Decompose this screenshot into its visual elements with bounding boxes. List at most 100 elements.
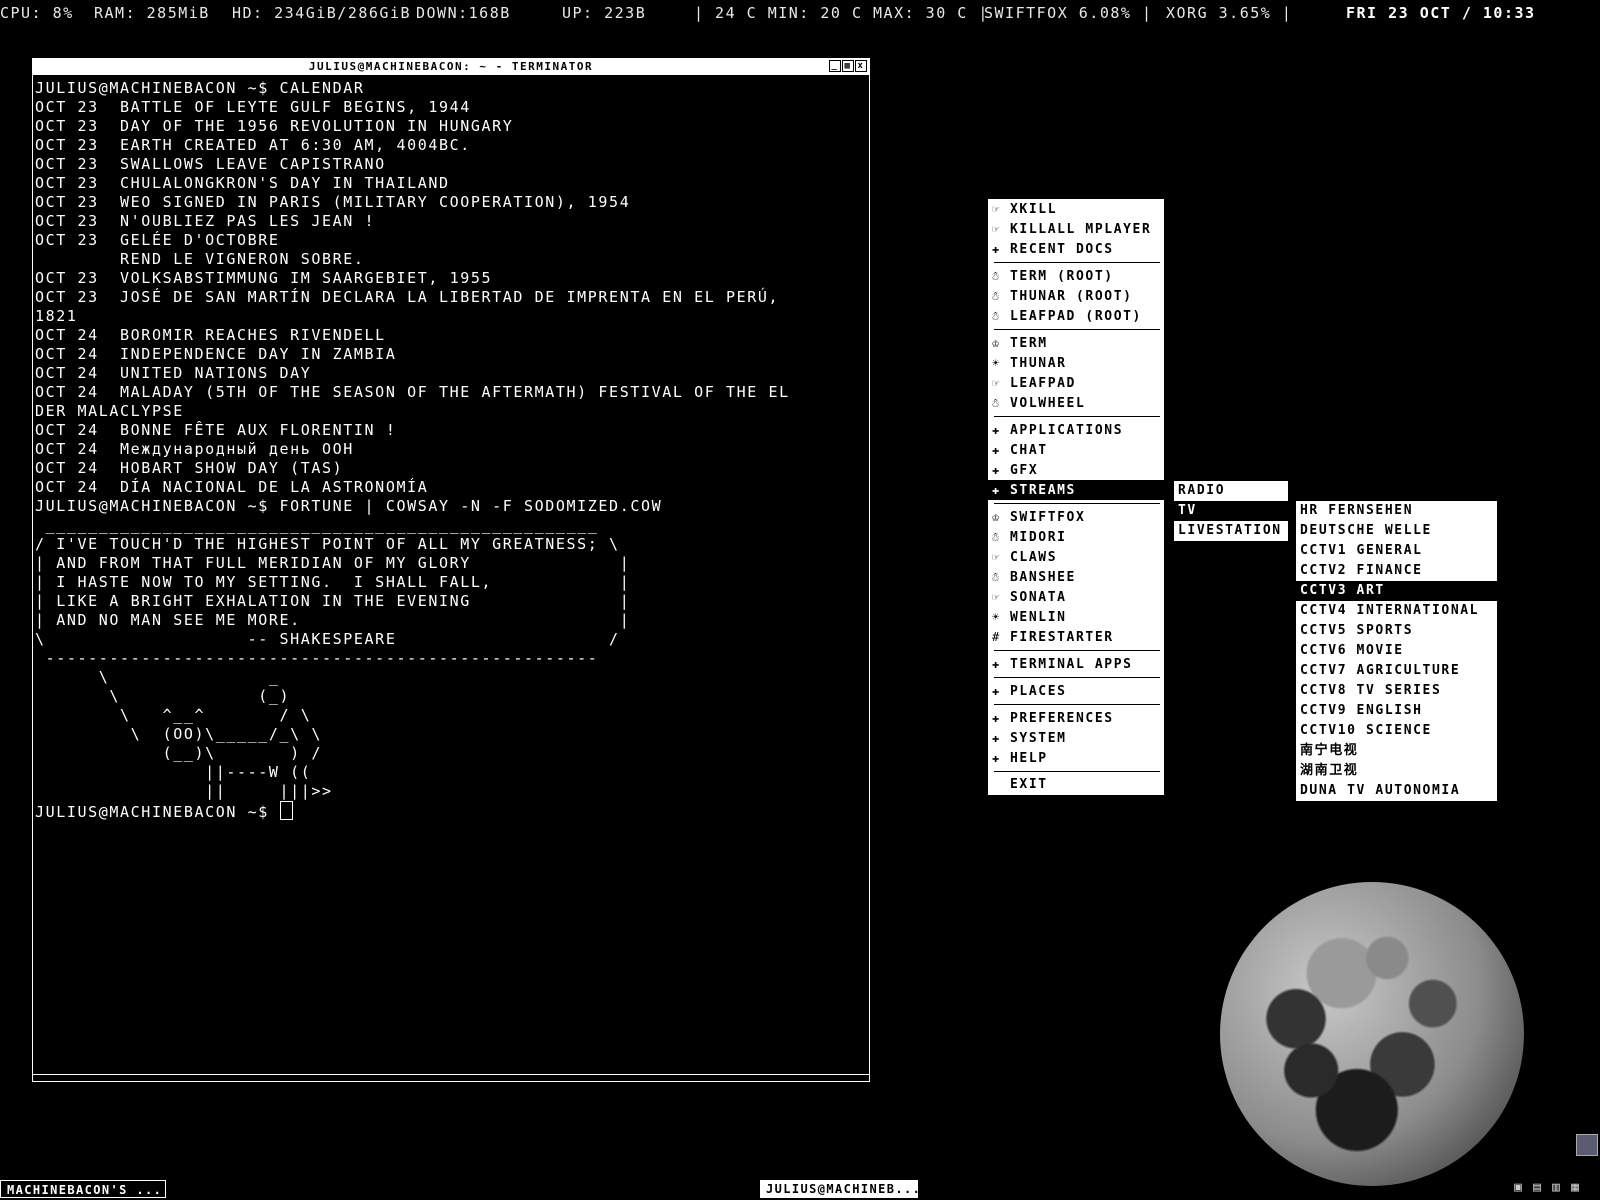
menu-item-label: RADIO: [1178, 483, 1226, 498]
tray-icon-3[interactable]: ▥: [1548, 1180, 1564, 1196]
menu-killall-mplayer[interactable]: ☞ KILLALL MPLAYER: [988, 219, 1164, 239]
tray-applet-icon[interactable]: [1576, 1134, 1598, 1156]
terminal-line: OCT 23 VOLKSABSTIMMUNG IM SAARGEBIET, 19…: [35, 269, 493, 287]
tv-cctv8[interactable]: CCTV8 TV SERIES: [1296, 681, 1497, 701]
sun-icon: ☀: [992, 356, 1001, 370]
menu-help[interactable]: ✚ HELP: [988, 748, 1164, 768]
menu-item-label: FIRESTARTER: [1010, 630, 1114, 645]
tv-duna-autonomia[interactable]: DUNA TV AUTONOMIA: [1296, 781, 1497, 801]
menu-separator: [994, 329, 1160, 330]
taskbar-item-machinebacon[interactable]: MACHINEBACON'S ...: [0, 1180, 166, 1198]
tv-cctv4[interactable]: CCTV4 INTERNATIONAL: [1296, 601, 1497, 621]
menu-item-label: STREAMS: [1010, 483, 1076, 498]
menu-preferences[interactable]: ✚ PREFERENCES: [988, 708, 1164, 728]
menu-term[interactable]: ♔ TERM: [988, 333, 1164, 353]
menu-applications[interactable]: ✚ APPLICATIONS: [988, 420, 1164, 440]
plus-icon: ✚: [992, 423, 1001, 437]
menu-thunar[interactable]: ☀ THUNAR: [988, 353, 1164, 373]
terminal-line: | AND NO MAN SEE ME MORE. |: [35, 611, 631, 629]
menu-thunar-root[interactable]: ☃ THUNAR (ROOT): [988, 286, 1164, 306]
menu-item-label: CCTV5 SPORTS: [1300, 623, 1414, 638]
menu-item-label: DUNA TV AUTONOMIA: [1300, 783, 1461, 798]
menu-term-root[interactable]: ☃ TERM (ROOT): [988, 266, 1164, 286]
menu-item-label: CCTV1 GENERAL: [1300, 543, 1423, 558]
menu-separator: [994, 416, 1160, 417]
plus-icon: ✚: [992, 711, 1001, 725]
maximize-icon[interactable]: ▦: [842, 60, 854, 72]
menu-item-label: KILLALL MPLAYER: [1010, 222, 1152, 237]
terminal-lines: JULIUS@MACHINEBACON ~$ CALENDAR OCT 23 BA…: [35, 79, 867, 801]
tv-cctv10[interactable]: CCTV10 SCIENCE: [1296, 721, 1497, 741]
menu-exit[interactable]: EXIT: [988, 775, 1164, 795]
window-bottom-border[interactable]: [33, 1074, 869, 1081]
menu-midori[interactable]: ☃ MIDORI: [988, 527, 1164, 547]
tv-nanning[interactable]: 南宁电视: [1296, 741, 1497, 761]
menu-recent-docs[interactable]: ✚ RECENT DOCS: [988, 239, 1164, 259]
menu-leafpad[interactable]: ☞ LEAFPAD: [988, 373, 1164, 393]
tv-cctv3[interactable]: CCTV3 ART: [1296, 581, 1497, 601]
tray-icon-4[interactable]: ▦: [1567, 1180, 1583, 1196]
tv-cctv6[interactable]: CCTV6 MOVIE: [1296, 641, 1497, 661]
menu-firestarter[interactable]: # FIRESTARTER: [988, 627, 1164, 647]
tv-cctv7[interactable]: CCTV7 AGRICULTURE: [1296, 661, 1497, 681]
menu-item-label: CCTV6 MOVIE: [1300, 643, 1404, 658]
tv-deutsche-welle[interactable]: DEUTSCHE WELLE: [1296, 521, 1497, 541]
menu-places[interactable]: ✚ PLACES: [988, 681, 1164, 701]
tv-cctv5[interactable]: CCTV5 SPORTS: [1296, 621, 1497, 641]
menu-item-label: XKILL: [1010, 202, 1058, 217]
streams-tv[interactable]: TV: [1174, 501, 1288, 521]
window-titlebar[interactable]: JULIUS@MACHINEBACON: ~ - TERMINATOR _ ▦ …: [33, 59, 869, 75]
menu-item-label: CLAWS: [1010, 550, 1058, 565]
close-icon[interactable]: x: [855, 60, 867, 72]
menu-banshee[interactable]: ☃ BANSHEE: [988, 567, 1164, 587]
terminal-line: REND LE VIGNERON SOBRE.: [35, 250, 365, 268]
menu-xkill[interactable]: ☞ XKILL: [988, 199, 1164, 219]
menu-claws[interactable]: ☞ CLAWS: [988, 547, 1164, 567]
process-xorg: XORG 3.65% |: [1166, 4, 1293, 22]
streams-livestation[interactable]: LIVESTATION: [1174, 521, 1288, 541]
menu-item-label: TERMINAL APPS: [1010, 657, 1133, 672]
tv-cctv1[interactable]: CCTV1 GENERAL: [1296, 541, 1497, 561]
menu-leafpad-root[interactable]: ☃ LEAFPAD (ROOT): [988, 306, 1164, 326]
taskbar-item-terminal[interactable]: JULIUS@MACHINEB...: [760, 1180, 920, 1198]
menu-item-label: BANSHEE: [1010, 570, 1076, 585]
process-swiftfox: SWIFTFOX 6.08% |: [984, 4, 1153, 22]
plus-icon: ✚: [992, 684, 1001, 698]
plus-icon: ✚: [992, 463, 1001, 477]
tv-hunan[interactable]: 湖南卫视: [1296, 761, 1497, 781]
terminal-line: | LIKE A BRIGHT EXHALATION IN THE EVENIN…: [35, 592, 631, 610]
menu-terminal-apps[interactable]: ✚ TERMINAL APPS: [988, 654, 1164, 674]
menu-item-label: SYSTEM: [1010, 731, 1067, 746]
menu-gfx[interactable]: ✚ GFX: [988, 460, 1164, 480]
menu-item-label: CCTV8 TV SERIES: [1300, 683, 1442, 698]
terminal-line: DER MALACLYPSE: [35, 402, 184, 420]
terminal-line: \ (_): [35, 687, 291, 705]
terminal-line: OCT 24 DÍA NACIONAL DE LA ASTRONOMÍA: [35, 478, 429, 496]
streams-radio[interactable]: RADIO: [1174, 481, 1288, 501]
clock: FRI 23 OCT / 10:33: [1346, 4, 1536, 22]
menu-item-label: LEAFPAD: [1010, 376, 1076, 391]
minimize-icon[interactable]: _: [829, 60, 841, 72]
terminal-window[interactable]: JULIUS@MACHINEBACON: ~ - TERMINATOR _ ▦ …: [32, 58, 870, 1082]
terminal-line: OCT 23 CHULALONGKRON'S DAY IN THAILAND: [35, 174, 450, 192]
menu-chat[interactable]: ✚ CHAT: [988, 440, 1164, 460]
menu-swiftfox[interactable]: ♔ SWIFTFOX: [988, 507, 1164, 527]
menu-separator: [994, 650, 1160, 651]
tv-cctv2[interactable]: CCTV2 FINANCE: [1296, 561, 1497, 581]
tray-icon-2[interactable]: ▤: [1529, 1180, 1545, 1196]
disk-usage: HD: 234GiB/286GiB: [232, 4, 412, 22]
tv-cctv9[interactable]: CCTV9 ENGLISH: [1296, 701, 1497, 721]
tray-icon-1[interactable]: ▣: [1510, 1180, 1526, 1196]
terminal-line: OCT 24 INDEPENDENCE DAY IN ZAMBIA: [35, 345, 397, 363]
terminal-line: OCT 23 BATTLE OF LEYTE GULF BEGINS, 1944: [35, 98, 471, 116]
menu-sonata[interactable]: ☞ SONATA: [988, 587, 1164, 607]
menu-streams[interactable]: ✚ STREAMS: [988, 480, 1164, 500]
menu-volwheel[interactable]: ☃ VOLWHEEL: [988, 393, 1164, 413]
menu-system[interactable]: ✚ SYSTEM: [988, 728, 1164, 748]
menu-wenlin[interactable]: ☀ WENLIN: [988, 607, 1164, 627]
system-tray: ▣ ▤ ▥ ▦: [1510, 1180, 1583, 1196]
tv-hr-fernsehen[interactable]: HR FERNSEHEN: [1296, 501, 1497, 521]
terminal-output[interactable]: JULIUS@MACHINEBACON ~$ CALENDAR OCT 23 BA…: [35, 79, 867, 1073]
terminal-prompt-line[interactable]: JULIUS@MACHINEBACON ~$: [35, 801, 867, 822]
snowman-icon: ☃: [992, 289, 1001, 303]
